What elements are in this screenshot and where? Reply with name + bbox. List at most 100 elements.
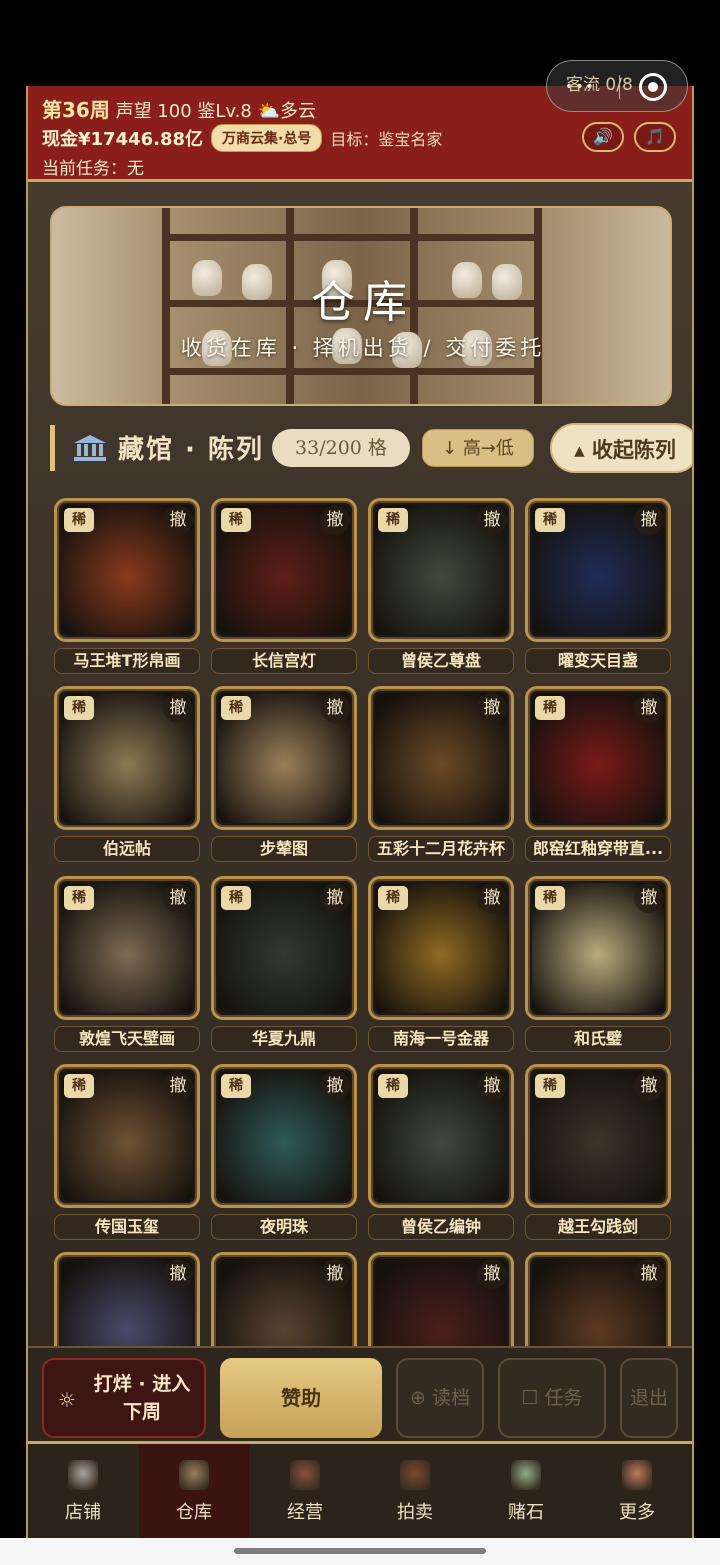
sponsor-button[interactable]: 赞助 xyxy=(220,1358,382,1438)
collection-item-card[interactable]: 稀撤夜明珠 xyxy=(211,1064,357,1240)
home-indicator[interactable] xyxy=(234,1548,486,1554)
close-next-week-button[interactable]: ☼ 打烊 · 进入 下周 xyxy=(42,1358,206,1438)
withdraw-button[interactable]: 撤 xyxy=(320,505,350,535)
withdraw-button[interactable]: 撤 xyxy=(634,505,664,535)
collection-item-card[interactable]: 稀撤曾侯乙尊盘 xyxy=(368,498,514,674)
close-circle-icon[interactable] xyxy=(639,73,667,101)
sun-icon: ☼ xyxy=(58,1388,76,1412)
collection-item-card[interactable]: 撤 xyxy=(211,1252,357,1346)
item-name: 夜明珠 xyxy=(211,1214,357,1240)
exit-button[interactable]: 退出 xyxy=(620,1358,678,1438)
item-image-frame: 撤 xyxy=(368,686,514,830)
collection-item-card[interactable]: 稀撤敦煌飞天壁画 xyxy=(54,876,200,1052)
rare-badge: 稀 xyxy=(221,696,251,720)
tab-more[interactable]: 更多 xyxy=(582,1444,692,1538)
item-image-frame: 撤 xyxy=(54,1252,200,1346)
bottom-tab-bar: 店铺 仓库 经营 拍卖 赌石 更多 xyxy=(28,1444,692,1538)
partly-cloudy-icon: ⛅ xyxy=(257,101,281,122)
collection-item-card[interactable]: 稀撤长信宫灯 xyxy=(211,498,357,674)
collection-item-card[interactable]: 撤 xyxy=(525,1252,671,1346)
tab-shop[interactable]: 店铺 xyxy=(28,1444,138,1538)
rare-badge: 稀 xyxy=(535,886,565,910)
item-image-frame: 撤 xyxy=(525,1252,671,1346)
item-name: 马王堆T形帛画 xyxy=(54,648,200,674)
collapse-display-button[interactable]: ▴ 收起陈列 xyxy=(550,423,692,473)
item-image-frame: 稀撤 xyxy=(525,1064,671,1208)
item-name: 南海一号金器 xyxy=(368,1026,514,1052)
current-task-label: 当前任务：无 xyxy=(42,159,144,179)
tab-jade-stone[interactable]: 赌石 xyxy=(471,1444,581,1538)
rare-badge: 稀 xyxy=(221,886,251,910)
week-label: 第36周 xyxy=(42,98,110,122)
item-name: 敦煌飞天壁画 xyxy=(54,1026,200,1052)
collection-item-card[interactable]: 稀撤华夏九鼎 xyxy=(211,876,357,1052)
task-button[interactable]: ☐ 任务 xyxy=(498,1358,606,1438)
withdraw-button[interactable]: 撤 xyxy=(477,693,507,723)
gavel-icon xyxy=(400,1460,430,1490)
collection-item-card[interactable]: 稀撤郎窑红釉穿带直... xyxy=(525,686,671,862)
withdraw-button[interactable]: 撤 xyxy=(163,1259,193,1289)
withdraw-button[interactable]: 撤 xyxy=(634,1259,664,1289)
warehouse-icon xyxy=(179,1460,209,1490)
item-image-frame: 稀撤 xyxy=(368,1064,514,1208)
collection-item-card[interactable]: 稀撤步辇图 xyxy=(211,686,357,862)
collection-item-card[interactable]: 稀撤曾侯乙编钟 xyxy=(368,1064,514,1240)
tab-gavel[interactable]: 拍卖 xyxy=(360,1444,470,1538)
withdraw-button[interactable]: 撤 xyxy=(320,1259,350,1289)
withdraw-button[interactable]: 撤 xyxy=(163,505,193,535)
collection-item-card[interactable]: 稀撤传国玉玺 xyxy=(54,1064,200,1240)
withdraw-button[interactable]: 撤 xyxy=(320,693,350,723)
collection-item-card[interactable]: 撤 xyxy=(54,1252,200,1346)
withdraw-button[interactable]: 撤 xyxy=(634,1071,664,1101)
rare-badge: 稀 xyxy=(378,886,408,910)
market-badge[interactable]: 万商云集·总号 xyxy=(211,124,323,152)
more-icon xyxy=(622,1460,652,1490)
section-accent xyxy=(50,425,55,471)
withdraw-button[interactable]: 撤 xyxy=(634,693,664,723)
banner-subtitle: 收货在库 · 择机出货 / 交付委托 xyxy=(180,336,546,360)
withdraw-button[interactable]: 撤 xyxy=(477,1071,507,1101)
withdraw-button[interactable]: 撤 xyxy=(320,1071,350,1101)
collection-item-card[interactable]: 稀 撤南海一号金器 xyxy=(368,876,514,1052)
withdraw-button[interactable]: 撤 xyxy=(477,1259,507,1289)
item-name: 伯远帖 xyxy=(54,836,200,862)
tab-abacus[interactable]: 经营 xyxy=(250,1444,360,1538)
item-name: 曜变天目盏 xyxy=(525,648,671,674)
collection-grid: 稀撤马王堆T形帛画稀撤长信宫灯稀撤曾侯乙尊盘稀撤曜变天目盏稀撤伯远帖稀撤步辇图撤… xyxy=(28,498,692,1346)
reputation-label: 声望 100 xyxy=(115,101,192,122)
withdraw-button[interactable]: 撤 xyxy=(634,883,664,913)
item-name: 五彩十二月花卉杯 xyxy=(368,836,514,862)
collection-item-card[interactable]: 稀撤马王堆T形帛画 xyxy=(54,498,200,674)
music-button[interactable]: 🎵 xyxy=(634,122,676,152)
withdraw-button[interactable]: 撤 xyxy=(163,693,193,723)
collection-item-card[interactable]: 撤 xyxy=(368,1252,514,1346)
weather-label: 多云 xyxy=(280,101,317,122)
collection-item-card[interactable]: 稀 撤和氏璧 xyxy=(525,876,671,1052)
tab-label: 拍卖 xyxy=(397,1502,433,1523)
header-cash-row: 现金¥17446.88亿 万商云集·总号 目标：鉴宝名家 xyxy=(42,124,442,152)
item-image-frame: 稀撤 xyxy=(211,498,357,642)
item-image-frame: 稀撤 xyxy=(525,686,671,830)
sound-button[interactable]: 🔊 xyxy=(582,122,624,152)
capacity-badge: 33/200 格 xyxy=(272,429,410,467)
rare-badge: 稀 xyxy=(221,508,251,532)
withdraw-button[interactable]: 撤 xyxy=(477,883,507,913)
next-week-label: 打烊 · 进入 下周 xyxy=(86,1370,198,1426)
withdraw-button[interactable]: 撤 xyxy=(163,1071,193,1101)
tab-warehouse[interactable]: 仓库 xyxy=(139,1444,249,1538)
banner-title: 仓库 xyxy=(311,277,415,328)
collection-section-bar: 藏馆 · 陈列 33/200 格 ↓ 高→低 ▴ 收起陈列 xyxy=(50,423,692,473)
sort-button[interactable]: ↓ 高→低 xyxy=(422,429,534,467)
collection-item-card[interactable]: 撤五彩十二月花卉杯 xyxy=(368,686,514,862)
item-name: 和氏璧 xyxy=(525,1026,671,1052)
collection-item-card[interactable]: 稀撤伯远帖 xyxy=(54,686,200,862)
load-icon: ⊕ xyxy=(410,1387,426,1409)
withdraw-button[interactable]: 撤 xyxy=(477,505,507,535)
collection-item-card[interactable]: 稀撤曜变天目盏 xyxy=(525,498,671,674)
withdraw-button[interactable]: 撤 xyxy=(163,883,193,913)
withdraw-button[interactable]: 撤 xyxy=(320,883,350,913)
rare-badge: 稀 xyxy=(64,1074,94,1098)
collection-item-card[interactable]: 稀撤越王勾践剑 xyxy=(525,1064,671,1240)
rare-badge: 稀 xyxy=(535,1074,565,1098)
load-save-button[interactable]: ⊕ 读档 xyxy=(396,1358,484,1438)
